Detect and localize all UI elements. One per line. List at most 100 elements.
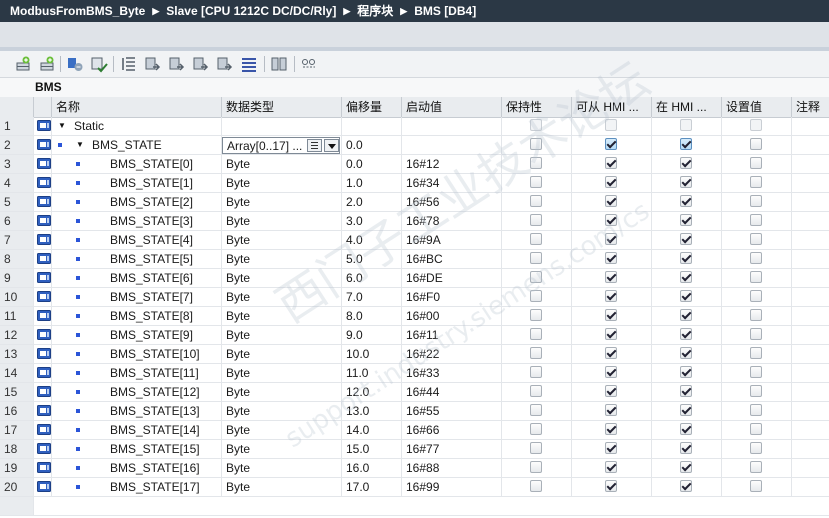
- add-row-icon[interactable]: [38, 55, 56, 73]
- start-value-cell[interactable]: 16#12: [402, 155, 502, 173]
- data-type-cell[interactable]: Byte: [222, 383, 342, 401]
- comment-cell[interactable]: [792, 440, 829, 458]
- table-row[interactable]: 15 BMS_STATE[12] Byte 12.0 16#44: [0, 383, 829, 402]
- comment-cell[interactable]: [792, 364, 829, 382]
- header-hmi-visible[interactable]: 在 HMI ...: [652, 97, 722, 117]
- table-row[interactable]: 12 BMS_STATE[9] Byte 9.0 16#11: [0, 326, 829, 345]
- name-cell[interactable]: BMS_STATE[9]: [52, 326, 222, 344]
- data-type-cell[interactable]: Byte: [222, 326, 342, 344]
- start-value-cell[interactable]: 16#78: [402, 212, 502, 230]
- hmi-accessible-checkbox[interactable]: [605, 233, 617, 245]
- table-row[interactable]: 2 ▼ BMS_STATE Array[0..17] ... 0.0: [0, 136, 829, 155]
- setpoint-checkbox[interactable]: [750, 157, 762, 169]
- start-value-cell[interactable]: [402, 117, 502, 135]
- table-row[interactable]: 10 BMS_STATE[7] Byte 7.0 16#F0: [0, 288, 829, 307]
- hmi-visible-checkbox[interactable]: [680, 195, 692, 207]
- retain-checkbox[interactable]: [530, 366, 542, 378]
- breadcrumb-device[interactable]: Slave [CPU 1212C DC/DC/Rly]: [166, 4, 336, 18]
- name-cell[interactable]: BMS_STATE[11]: [52, 364, 222, 382]
- setpoint-checkbox[interactable]: [750, 442, 762, 454]
- setpoint-checkbox[interactable]: [750, 309, 762, 321]
- hmi-visible-checkbox[interactable]: [680, 252, 692, 264]
- retain-checkbox[interactable]: [530, 404, 542, 416]
- setpoint-checkbox[interactable]: [750, 366, 762, 378]
- comment-cell[interactable]: [792, 288, 829, 306]
- setpoint-checkbox[interactable]: [750, 176, 762, 188]
- data-type-cell[interactable]: Byte: [222, 250, 342, 268]
- comment-cell[interactable]: [792, 326, 829, 344]
- comment-cell[interactable]: [792, 345, 829, 363]
- comment-cell[interactable]: [792, 383, 829, 401]
- comment-cell[interactable]: [792, 193, 829, 211]
- hmi-accessible-checkbox[interactable]: [605, 157, 617, 169]
- table-row[interactable]: 7 BMS_STATE[4] Byte 4.0 16#9A: [0, 231, 829, 250]
- copy-snapshot-icon[interactable]: [167, 55, 185, 73]
- hmi-accessible-checkbox[interactable]: [605, 271, 617, 283]
- hmi-visible-checkbox[interactable]: [680, 214, 692, 226]
- name-cell[interactable]: BMS_STATE[10]: [52, 345, 222, 363]
- header-offset[interactable]: 偏移量: [342, 97, 402, 117]
- data-type-cell[interactable]: Byte: [222, 307, 342, 325]
- retain-checkbox[interactable]: [530, 119, 542, 131]
- hmi-accessible-checkbox[interactable]: [605, 423, 617, 435]
- start-value-cell[interactable]: 16#DE: [402, 269, 502, 287]
- name-cell[interactable]: BMS_STATE[12]: [52, 383, 222, 401]
- hmi-visible-checkbox[interactable]: [680, 233, 692, 245]
- setpoint-checkbox[interactable]: [750, 233, 762, 245]
- hmi-visible-checkbox[interactable]: [680, 271, 692, 283]
- comment-cell[interactable]: [792, 117, 829, 135]
- hmi-accessible-checkbox[interactable]: [605, 252, 617, 264]
- comment-cell[interactable]: [792, 212, 829, 230]
- data-type-cell[interactable]: Byte: [222, 440, 342, 458]
- retain-checkbox[interactable]: [530, 423, 542, 435]
- breadcrumb-block[interactable]: BMS [DB4]: [414, 4, 476, 18]
- hmi-accessible-checkbox[interactable]: [605, 480, 617, 492]
- retain-checkbox[interactable]: [530, 195, 542, 207]
- data-type-editor[interactable]: Array[0..17] ...: [222, 137, 340, 154]
- setpoint-checkbox[interactable]: [750, 290, 762, 302]
- insert-row-icon[interactable]: [14, 55, 32, 73]
- hmi-visible-checkbox[interactable]: [680, 138, 692, 150]
- expand-icon[interactable]: [90, 55, 108, 73]
- setpoint-checkbox[interactable]: [750, 404, 762, 416]
- hmi-accessible-checkbox[interactable]: [605, 309, 617, 321]
- table-row[interactable]: 1 ▼ Static: [0, 117, 829, 136]
- start-value-cell[interactable]: 16#F0: [402, 288, 502, 306]
- start-value-cell[interactable]: 16#33: [402, 364, 502, 382]
- hmi-accessible-checkbox[interactable]: [605, 404, 617, 416]
- start-value-cell[interactable]: 16#BC: [402, 250, 502, 268]
- retain-checkbox[interactable]: [530, 328, 542, 340]
- start-value-cell[interactable]: 16#66: [402, 421, 502, 439]
- hmi-accessible-checkbox[interactable]: [605, 138, 617, 150]
- data-type-cell[interactable]: Byte: [222, 364, 342, 382]
- collapse-arrow-icon[interactable]: ▼: [76, 136, 84, 154]
- retain-checkbox[interactable]: [530, 271, 542, 283]
- header-data-type[interactable]: 数据类型: [222, 97, 342, 117]
- data-type-cell[interactable]: Byte: [222, 212, 342, 230]
- retain-checkbox[interactable]: [530, 233, 542, 245]
- table-row[interactable]: 17 BMS_STATE[14] Byte 14.0 16#66: [0, 421, 829, 440]
- table-row[interactable]: 6 BMS_STATE[3] Byte 3.0 16#78: [0, 212, 829, 231]
- load-start-values-icon[interactable]: [191, 55, 209, 73]
- comment-cell[interactable]: [792, 269, 829, 287]
- start-value-cell[interactable]: 16#00: [402, 307, 502, 325]
- header-setpoint[interactable]: 设置值: [722, 97, 792, 117]
- start-value-cell[interactable]: 16#9A: [402, 231, 502, 249]
- comment-cell[interactable]: [792, 478, 829, 496]
- table-row[interactable]: 5 BMS_STATE[2] Byte 2.0 16#56: [0, 193, 829, 212]
- header-start-value[interactable]: 启动值: [402, 97, 502, 117]
- hmi-visible-checkbox[interactable]: [680, 176, 692, 188]
- setpoint-checkbox[interactable]: [750, 119, 762, 131]
- hmi-accessible-checkbox[interactable]: [605, 385, 617, 397]
- table-row[interactable]: 8 BMS_STATE[5] Byte 5.0 16#BC: [0, 250, 829, 269]
- name-cell[interactable]: BMS_STATE[5]: [52, 250, 222, 268]
- snapshot-icon[interactable]: [143, 55, 161, 73]
- name-cell[interactable]: BMS_STATE[17]: [52, 478, 222, 496]
- header-retain[interactable]: 保持性: [502, 97, 572, 117]
- comment-cell[interactable]: [792, 155, 829, 173]
- reset-start-values-icon[interactable]: [120, 55, 138, 73]
- header-comment[interactable]: 注释: [792, 97, 829, 117]
- data-type-cell[interactable]: Byte: [222, 421, 342, 439]
- name-cell[interactable]: BMS_STATE[14]: [52, 421, 222, 439]
- comment-cell[interactable]: [792, 174, 829, 192]
